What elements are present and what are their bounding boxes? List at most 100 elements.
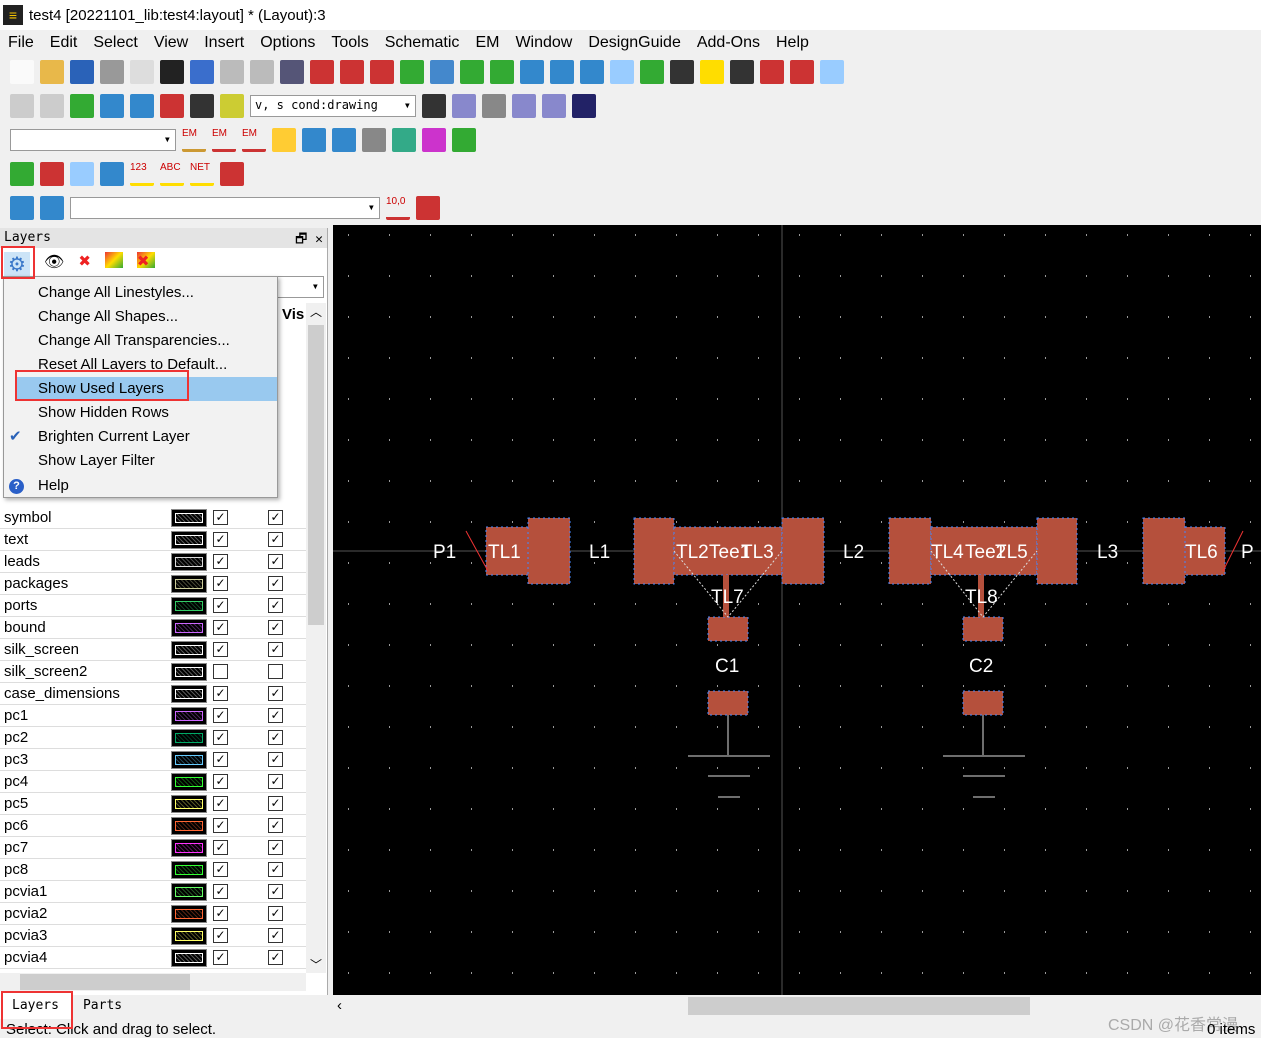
selectable-checkbox[interactable]: ✓ [213, 818, 228, 833]
selectable-checkbox[interactable]: ✓ [213, 752, 228, 767]
visible-checkbox[interactable]: ✓ [268, 532, 283, 547]
component-pad[interactable] [962, 690, 1004, 716]
layer-pattern-swatch[interactable] [171, 773, 207, 791]
zoom-in-icon[interactable] [340, 60, 364, 84]
layer-pattern-swatch[interactable] [171, 729, 207, 747]
menu-file[interactable]: File [8, 34, 34, 52]
visible-checkbox[interactable]: ✓ [268, 642, 283, 657]
selectable-checkbox[interactable]: ✓ [213, 598, 228, 613]
open-folder-icon[interactable] [40, 60, 64, 84]
menu-insert[interactable]: Insert [204, 34, 244, 52]
grid-select-icon[interactable] [416, 196, 440, 220]
print-icon[interactable] [100, 60, 124, 84]
selectable-checkbox[interactable]: ✓ [213, 906, 228, 921]
move-icon[interactable] [280, 60, 304, 84]
em-setup-icon[interactable]: EM [182, 128, 206, 152]
visible-checkbox[interactable]: ✓ [268, 510, 283, 525]
visible-checkbox[interactable]: ✓ [268, 884, 283, 899]
visible-checkbox[interactable]: ✓ [268, 906, 283, 921]
component-pad[interactable] [962, 616, 1004, 642]
component-icon[interactable] [452, 128, 476, 152]
component-pad[interactable] [1036, 517, 1078, 585]
component-pad[interactable] [888, 517, 932, 585]
port-icon[interactable] [160, 94, 184, 118]
layer-pattern-swatch[interactable] [171, 575, 207, 593]
layer-row[interactable]: ports ✓ ✓ [0, 595, 306, 617]
menu-designguide[interactable]: DesignGuide [588, 34, 681, 52]
deselect-icon[interactable] [40, 162, 64, 186]
vertical-scrollbar[interactable]: ︿ ﹀ [306, 303, 326, 973]
layer-row[interactable]: pc8 ✓ ✓ [0, 859, 306, 881]
color-bars-icon[interactable] [422, 128, 446, 152]
layer-pattern-swatch[interactable] [171, 619, 207, 637]
scrollbar-thumb[interactable] [20, 974, 190, 990]
menu-tools[interactable]: Tools [331, 34, 368, 52]
component-pad[interactable] [527, 517, 571, 585]
ground-icon[interactable] [190, 94, 214, 118]
3d-view-icon[interactable] [392, 128, 416, 152]
layer-row[interactable]: symbol ✓ ✓ [0, 507, 306, 529]
snap-pin-icon[interactable] [640, 60, 664, 84]
selectable-checkbox[interactable]: ✓ [213, 576, 228, 591]
visible-checkbox[interactable]: ✓ [268, 928, 283, 943]
layer-stack-delete-icon[interactable]: ✖ [136, 252, 155, 270]
menu-item-reset-all-layers-to-default[interactable]: Reset All Layers to Default... [4, 353, 277, 377]
schematic-icon[interactable] [10, 94, 34, 118]
menu-item-change-all-shapes[interactable]: Change All Shapes... [4, 305, 277, 329]
export-icon[interactable] [100, 94, 124, 118]
layer-pattern-swatch[interactable] [171, 817, 207, 835]
selectable-checkbox[interactable]: ✓ [213, 774, 228, 789]
layout-drawing[interactable]: P1 TL1 L1 TL2 Tee1TL3 L2 TL4 Tee2TL5 L3 TL6 PTL7 TL… [333, 225, 1261, 995]
selectable-checkbox[interactable]: ✓ [213, 708, 228, 723]
zoom-fit-icon[interactable] [400, 60, 424, 84]
menu-window[interactable]: Window [515, 34, 572, 52]
menu-addons[interactable]: Add-Ons [697, 34, 760, 52]
visible-checkbox[interactable]: ✓ [268, 730, 283, 745]
component-search-input[interactable] [70, 197, 380, 219]
zoom-out-icon[interactable] [370, 60, 394, 84]
visible-checkbox[interactable]: ✓ [268, 818, 283, 833]
gear-icon[interactable]: ⚙ [4, 252, 30, 276]
close-icon[interactable]: ✕ [315, 232, 323, 247]
visible-checkbox[interactable]: ✓ [268, 554, 283, 569]
repeat-icon[interactable] [250, 60, 274, 84]
snap-mid-icon[interactable] [700, 60, 724, 84]
em-view-icon[interactable]: EM [242, 128, 266, 152]
snap-vertex-icon[interactable] [670, 60, 694, 84]
pin-arrow-icon[interactable] [100, 162, 124, 186]
select-pointer-icon[interactable] [130, 60, 154, 84]
layer-pattern-swatch[interactable] [171, 751, 207, 769]
menu-item-change-all-linestyles[interactable]: Change All Linestyles... [4, 281, 277, 305]
layer-pattern-swatch[interactable] [171, 795, 207, 813]
layer-row[interactable]: pc7 ✓ ✓ [0, 837, 306, 859]
menu-em[interactable]: EM [475, 34, 499, 52]
layer-pattern-swatch[interactable] [171, 641, 207, 659]
selectable-checkbox[interactable]: ✓ [213, 686, 228, 701]
layer-pattern-swatch[interactable] [171, 509, 207, 527]
menu-edit[interactable]: Edit [50, 34, 78, 52]
text-icon[interactable] [572, 94, 596, 118]
layer-pattern-swatch[interactable] [171, 663, 207, 681]
mirror-icon[interactable] [550, 60, 574, 84]
align-2-icon[interactable] [490, 60, 514, 84]
pin-name-icon[interactable]: ABC [160, 162, 184, 186]
layer-row[interactable]: pcvia4 ✓ ✓ [0, 947, 306, 969]
layer-row[interactable]: pc3 ✓ ✓ [0, 749, 306, 771]
selectable-checkbox[interactable]: ✓ [213, 928, 228, 943]
visible-checkbox[interactable] [268, 664, 283, 679]
grid-icon[interactable] [820, 60, 844, 84]
origin-icon[interactable]: 10,0 [386, 196, 410, 220]
menu-item-show-hidden-rows[interactable]: Show Hidden Rows [4, 401, 277, 425]
port-editor-icon[interactable] [302, 128, 326, 152]
layer-row[interactable]: case_dimensions ✓ ✓ [0, 683, 306, 705]
component-pad[interactable] [781, 517, 825, 585]
layer-pattern-swatch[interactable] [171, 685, 207, 703]
layer-pattern-swatch[interactable] [171, 861, 207, 879]
visible-checkbox[interactable]: ✓ [268, 774, 283, 789]
visible-checkbox[interactable]: ✓ [268, 598, 283, 613]
component-pad[interactable] [633, 517, 675, 585]
layer-row[interactable]: text ✓ ✓ [0, 529, 306, 551]
design-dropdown[interactable] [10, 129, 176, 151]
menu-item-change-all-transparencies[interactable]: Change All Transparencies... [4, 329, 277, 353]
selectable-checkbox[interactable]: ✓ [213, 730, 228, 745]
